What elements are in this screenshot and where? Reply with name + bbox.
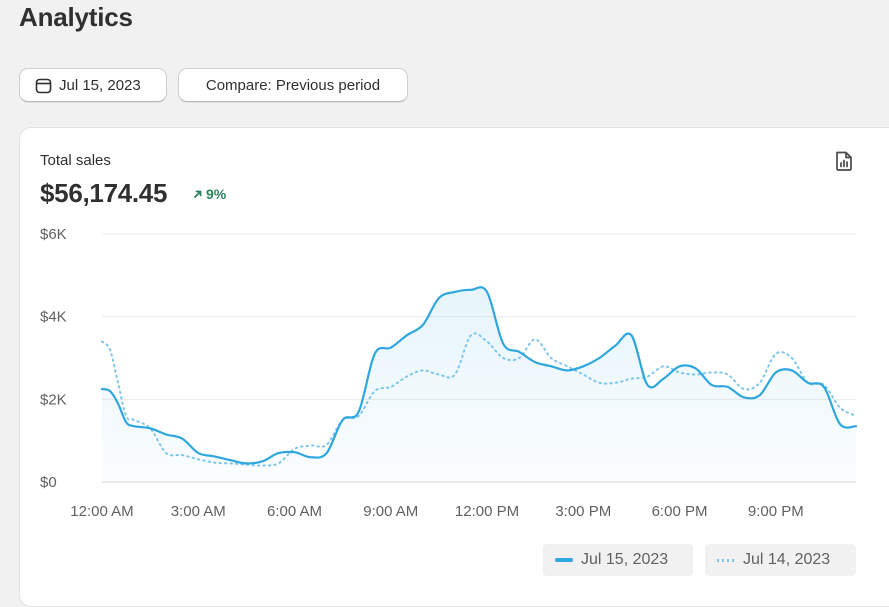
- legend-item-current[interactable]: Jul 15, 2023: [543, 544, 693, 576]
- page-title: Analytics: [19, 2, 133, 32]
- toolbar: Jul 15, 2023 Compare: Previous period: [19, 68, 408, 102]
- x-tick-label: 12:00 AM: [70, 503, 133, 520]
- legend-swatch-dotted: [717, 558, 735, 562]
- date-range-label: Jul 15, 2023: [59, 76, 141, 94]
- legend-swatch-solid: [555, 558, 573, 562]
- compare-period-label: Compare: Previous period: [205, 76, 381, 94]
- calendar-icon: [35, 78, 52, 93]
- compare-period-button[interactable]: Compare: Previous period: [178, 68, 408, 102]
- date-range-button[interactable]: Jul 15, 2023: [19, 68, 167, 102]
- x-tick-label: 6:00 AM: [267, 503, 322, 520]
- legend-label-current: Jul 15, 2023: [581, 551, 669, 568]
- x-tick-label: 6:00 PM: [652, 503, 708, 520]
- y-tick-label: $2K: [40, 391, 67, 408]
- total-sales-card: Total sales $56,174.45 9% $0 $2K $4K $6K 12…: [19, 127, 889, 607]
- x-tick-label: 3:00 PM: [555, 503, 611, 520]
- x-tick-label: 12:00 PM: [455, 503, 519, 520]
- y-tick-label: $6K: [40, 226, 67, 243]
- y-tick-label: $4K: [40, 309, 67, 326]
- sales-line-chart: $0 $2K $4K $6K 12:00 AM 3:00 AM 6:00 AM 9:00 A…: [40, 226, 858, 520]
- legend-item-previous[interactable]: Jul 14, 2023: [705, 544, 856, 576]
- x-tick-label: 3:00 AM: [171, 503, 226, 520]
- x-tick-label: 9:00 PM: [748, 503, 804, 520]
- legend-label-previous: Jul 14, 2023: [743, 551, 831, 568]
- y-tick-label: $0: [40, 474, 57, 491]
- x-tick-label: 9:00 AM: [363, 503, 418, 520]
- chart-legend: Jul 15, 2023 Jul 14, 2023: [543, 544, 856, 576]
